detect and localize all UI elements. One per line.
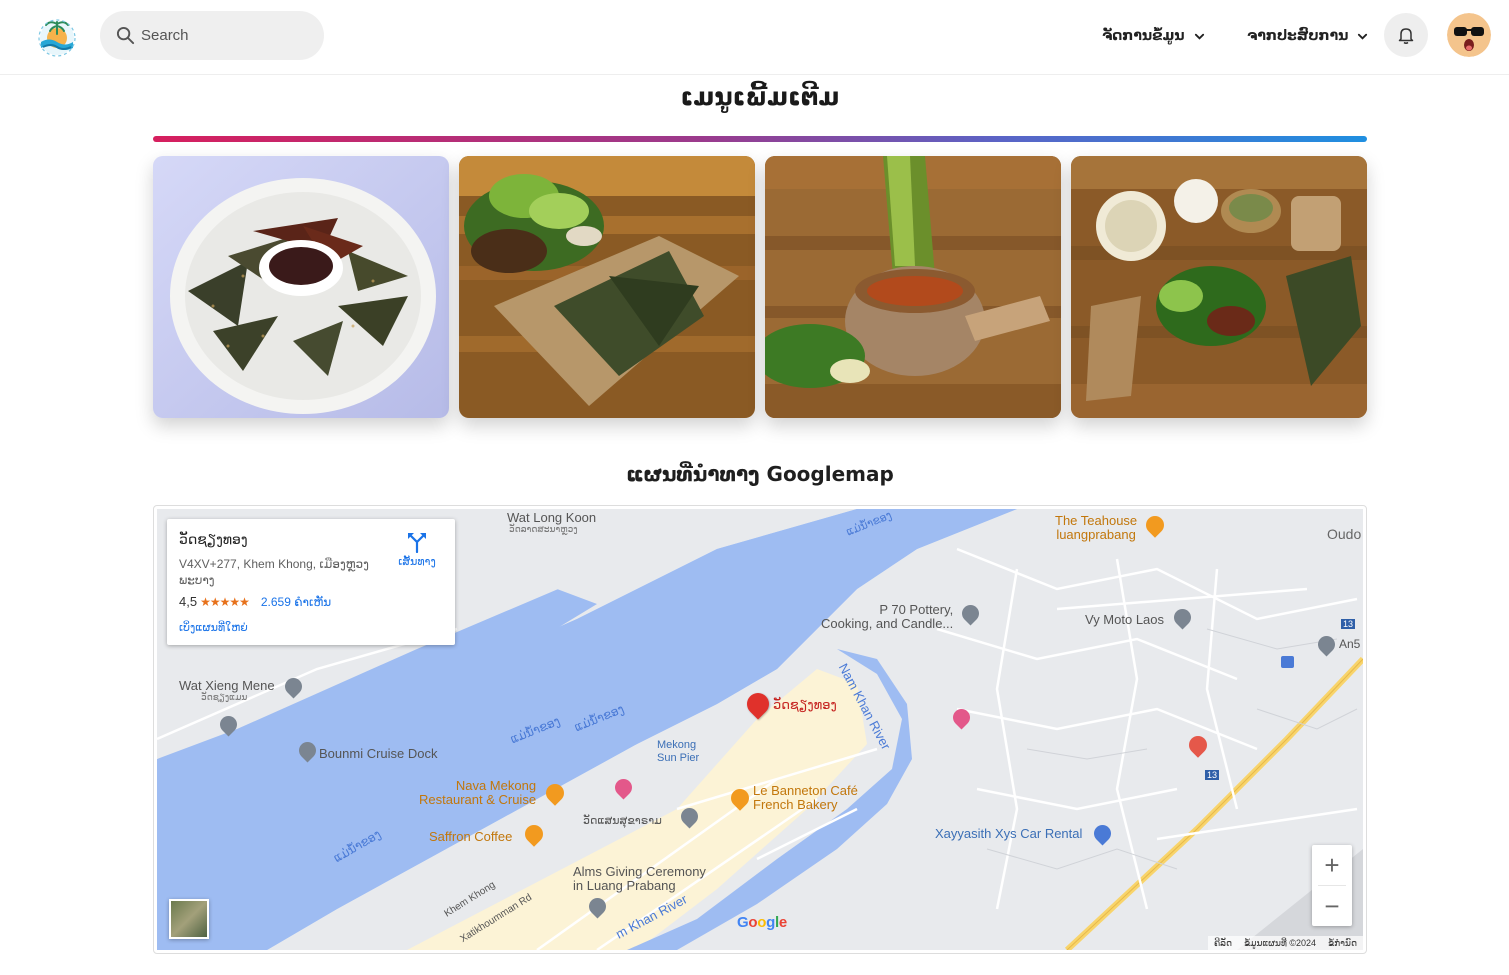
google-logo: Google bbox=[737, 914, 787, 931]
directions-label: ເສັ້ນທາງ bbox=[398, 556, 436, 568]
map-canvas[interactable]: ແມ່ນ້ຳຂອງ ແມ່ນ້ຳຂອງ ແມ່ນ້ຳຂອງ ແມ່ນ້ຳຂອງ … bbox=[157, 509, 1363, 950]
google-map-embed: ແມ່ນ້ຳຂອງ ແມ່ນ້ຳຂອງ ແມ່ນ້ຳຂອງ ແມ່ນ້ຳຂອງ … bbox=[153, 505, 1367, 954]
poi-alms-giving[interactable]: Alms Giving Ceremony in Luang Prabang bbox=[573, 865, 706, 893]
poi-alms-line1: Alms Giving Ceremony bbox=[573, 864, 706, 879]
poi-wat-long-koon-sub: ວັດລາດສະນາຫຼວງ bbox=[509, 524, 578, 534]
view-larger-map-link[interactable]: ເບິ່ງແຜນທີ່ໃຫຍ່ bbox=[179, 621, 248, 634]
keyboard-shortcuts-link[interactable]: ຄີລັດ bbox=[1214, 938, 1232, 949]
reviews-link[interactable]: 2.659 ຄຳເຫັນ bbox=[261, 595, 331, 609]
poi-teahouse-line1: The Teahouse bbox=[1055, 513, 1138, 528]
bus-stop-icon[interactable] bbox=[1281, 656, 1294, 668]
poi-mekong-pier-line1: Mekong bbox=[657, 739, 697, 751]
poi-wat-xieng-mene[interactable]: Wat Xieng Mene bbox=[179, 678, 275, 693]
poi-saffron-coffee[interactable]: Saffron Coffee bbox=[429, 829, 512, 844]
place-rating: 4,5 ★★★★★ 2.659 ຄຳເຫັນ bbox=[179, 594, 331, 609]
experience-menu[interactable]: ຈາກປະສົບການ bbox=[1247, 24, 1368, 48]
rating-value: 4,5 bbox=[179, 594, 198, 609]
menu-image-card[interactable] bbox=[459, 156, 755, 418]
poi-mekong-pier[interactable]: Mekong Sun Pier bbox=[657, 739, 699, 765]
poi-vy-moto[interactable]: Vy Moto Laos bbox=[1085, 612, 1164, 627]
poi-p70-line1: P 70 Pottery, bbox=[879, 602, 954, 617]
poi-p70-pottery[interactable]: P 70 Pottery, Cooking, and Candle... bbox=[821, 603, 953, 631]
chevron-down-icon bbox=[1194, 33, 1204, 40]
bell-icon bbox=[1398, 28, 1414, 44]
menu-image bbox=[765, 156, 1061, 418]
road-shield-13: 13 bbox=[1205, 770, 1220, 780]
map-section-title: ແຜນທີ່ນຳທາງ Googlemap bbox=[626, 462, 894, 486]
poi-mekong-pier-line2: Sun Pier bbox=[657, 752, 700, 764]
poi-teahouse[interactable]: The Teahouse luangprabang bbox=[1055, 514, 1137, 542]
poi-le-banneton[interactable]: Le Banneton Café French Bakery bbox=[753, 784, 858, 812]
menu-gallery bbox=[153, 156, 1367, 418]
search-icon bbox=[116, 26, 135, 45]
poi-nava-line1: Nava Mekong bbox=[455, 778, 537, 793]
poi-p70-line2: Cooking, and Candle... bbox=[821, 616, 954, 631]
selected-location-label: ວັດຊຽງທອງ bbox=[773, 697, 837, 712]
star-rating-icon: ★★★★★ bbox=[200, 594, 250, 609]
poi-bounmi-dock[interactable]: Bounmi Cruise Dock bbox=[319, 746, 438, 761]
zoom-out-button[interactable]: − bbox=[1312, 886, 1352, 926]
user-avatar[interactable] bbox=[1447, 13, 1491, 57]
map-attribution-bar: ຄີລັດ ຂໍ້ມູນແຜນທີ່ ©2024 ຂໍ້ກຳນົດ bbox=[1207, 936, 1363, 950]
title-divider bbox=[153, 136, 1367, 142]
search-bar[interactable] bbox=[100, 11, 324, 60]
menu-image-card[interactable] bbox=[765, 156, 1061, 418]
top-navigation-bar: ຈັດການຂໍ້ມູນ ຈາກປະສົບການ bbox=[0, 0, 1509, 75]
manage-data-menu[interactable]: ຈັດການຂໍ້ມູນ bbox=[1102, 24, 1205, 48]
satellite-toggle-button[interactable] bbox=[169, 899, 209, 939]
search-input[interactable] bbox=[141, 27, 301, 44]
map-data-credit: ຂໍ້ມູນແຜນທີ່ ©2024 bbox=[1244, 937, 1316, 948]
more-menu-title: ເມນູເພີ້ມເຕີມ bbox=[680, 82, 840, 111]
zoom-in-button[interactable]: + bbox=[1312, 845, 1352, 885]
poi-oudo: Oudo bbox=[1327, 526, 1362, 542]
menu-image bbox=[459, 156, 755, 418]
poi-wat-long-koon[interactable]: Wat Long Koon bbox=[507, 510, 596, 525]
zoom-controls: + − bbox=[1312, 845, 1352, 926]
menu-image bbox=[153, 156, 449, 418]
poi-teahouse-line2: luangprabang bbox=[1056, 527, 1136, 542]
experience-menu-label: ຈາກປະສົບການ bbox=[1247, 28, 1349, 44]
place-info-card: ວັດຊຽງທອງ V4XV+277, Khem Khong, ເມືອງຫຼວ… bbox=[167, 519, 455, 645]
manage-data-menu-label: ຈັດການຂໍ້ມູນ bbox=[1102, 28, 1185, 44]
poi-banneton-line2: French Bakery bbox=[753, 797, 838, 812]
directions-button[interactable]: ເສັ້ນທາງ bbox=[393, 531, 441, 568]
menu-image bbox=[1071, 156, 1367, 418]
menu-image-card[interactable] bbox=[1071, 156, 1367, 418]
place-address: V4XV+277, Khem Khong, ເມືອງຫຼວງພະບາງ bbox=[179, 557, 369, 587]
poi-wat-xieng-mene-sub: ວັດຊຽງແມນ bbox=[201, 692, 248, 702]
poi-an5: An5 bbox=[1339, 637, 1361, 651]
app-logo[interactable] bbox=[34, 14, 80, 60]
directions-icon bbox=[408, 533, 426, 553]
poi-nava-line2: Restaurant & Cruise bbox=[419, 792, 537, 807]
terms-link[interactable]: ຂໍ້ກຳນົດ bbox=[1328, 938, 1357, 949]
poi-banneton-line1: Le Banneton Café bbox=[753, 783, 858, 798]
menu-image-card[interactable] bbox=[153, 156, 449, 418]
road-shield-13: 13 bbox=[1341, 619, 1356, 629]
notifications-button[interactable] bbox=[1384, 13, 1428, 57]
poi-wat-saen: ວັດແສນສຸຂາຣາມ bbox=[583, 815, 662, 827]
poi-nava-mekong[interactable]: Nava Mekong Restaurant & Cruise bbox=[419, 779, 536, 807]
poi-xayyasith-car-rental[interactable]: Xayyasith Xys Car Rental bbox=[935, 826, 1082, 841]
chevron-down-icon bbox=[1358, 33, 1368, 40]
poi-alms-line2: in Luang Prabang bbox=[573, 878, 676, 893]
